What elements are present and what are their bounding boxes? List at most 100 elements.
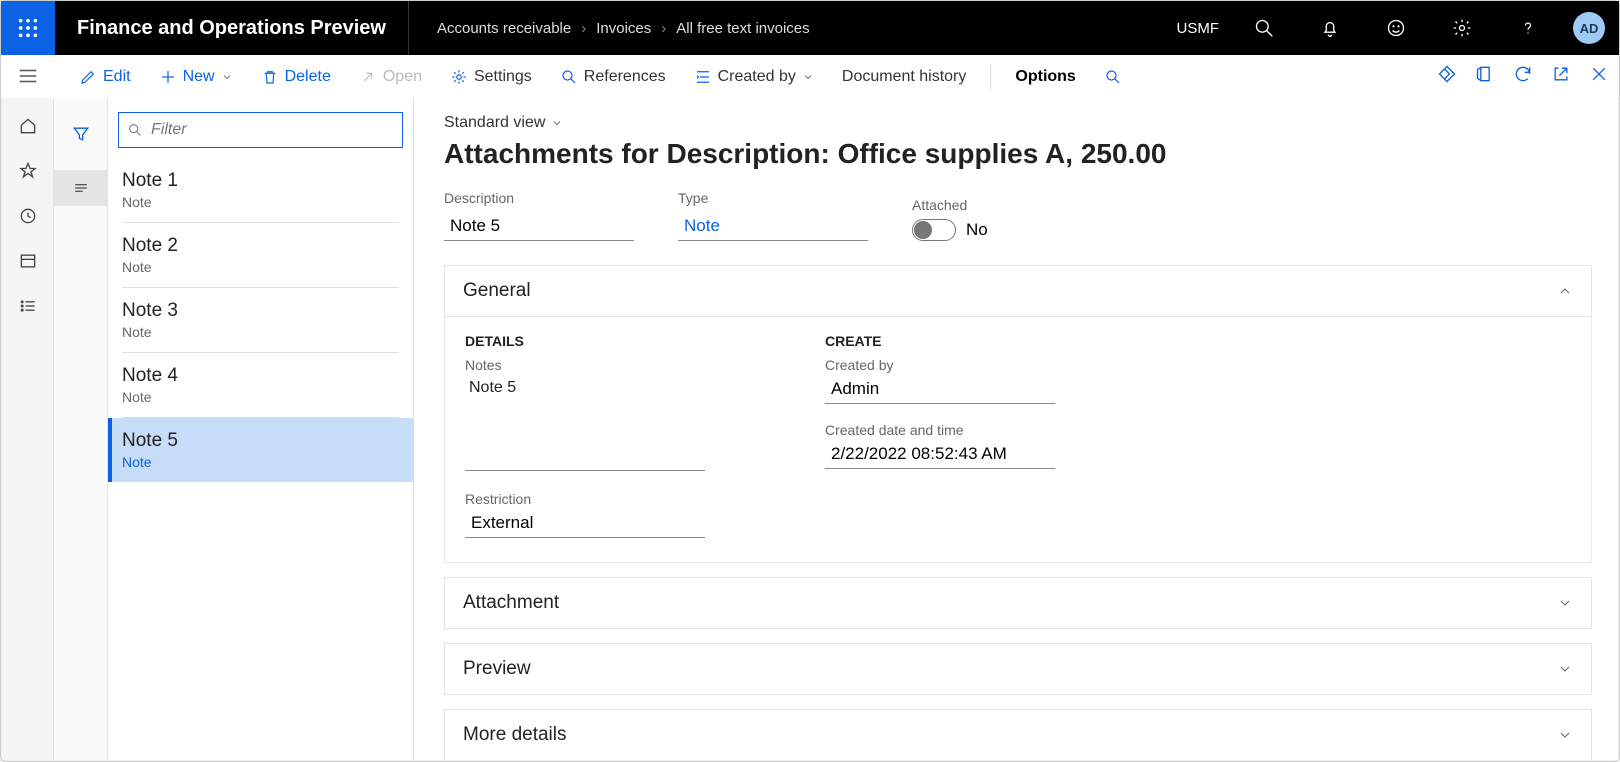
clock-icon[interactable] [18, 206, 38, 231]
restriction-value[interactable]: External [465, 509, 705, 538]
note-item[interactable]: Note 2 Note [108, 223, 413, 287]
section-preview[interactable]: Preview [444, 643, 1592, 695]
edit-label: Edit [103, 68, 131, 86]
restriction-label: Restriction [465, 491, 705, 507]
close-icon[interactable] [1589, 64, 1609, 89]
section-general[interactable]: General [444, 265, 1592, 317]
hamburger-icon[interactable] [17, 65, 39, 92]
list-icon[interactable] [18, 296, 38, 321]
crumb-3[interactable]: All free text invoices [676, 20, 809, 37]
details-column: DETAILS Notes Note 5 Restriction Externa… [465, 333, 705, 538]
new-label: New [183, 68, 215, 86]
chevron-down-icon [1557, 595, 1573, 611]
chevron-down-icon [1557, 661, 1573, 677]
new-button[interactable]: New [149, 62, 243, 92]
note-item[interactable]: Note 4 Note [108, 353, 413, 417]
note-type: Note [122, 259, 399, 275]
chevron-down-icon [221, 71, 233, 83]
avatar[interactable]: AD [1573, 12, 1605, 44]
lines-icon[interactable] [54, 170, 108, 206]
popout-icon[interactable] [1551, 64, 1571, 89]
detail-pane: Standard view Attachments for Descriptio… [414, 98, 1618, 760]
office-icon[interactable] [1475, 64, 1495, 89]
references-button[interactable]: References [550, 62, 676, 92]
note-title: Note 1 [122, 170, 399, 192]
type-field[interactable]: Type Note [678, 190, 868, 241]
note-title: Note 4 [122, 365, 399, 387]
refresh-icon[interactable] [1513, 64, 1533, 89]
bell-icon[interactable] [1309, 1, 1351, 55]
settings-button[interactable]: Settings [440, 62, 542, 92]
type-value[interactable]: Note [678, 212, 868, 241]
section-more[interactable]: More details [444, 709, 1592, 760]
note-item[interactable]: Note 3 Note [108, 288, 413, 352]
left-rail [2, 98, 54, 760]
search-icon[interactable] [1243, 1, 1285, 55]
note-title: Note 3 [122, 300, 399, 322]
section-attachment[interactable]: Attachment [444, 577, 1592, 629]
top-bar: Finance and Operations Preview Accounts … [1, 1, 1619, 55]
org-label[interactable]: USMF [1177, 20, 1220, 37]
description-label: Description [444, 190, 634, 206]
edit-button[interactable]: Edit [69, 62, 141, 92]
open-button: Open [349, 62, 432, 92]
notes-textarea[interactable] [465, 443, 705, 471]
note-type: Note [122, 454, 399, 470]
chevron-down-icon [1557, 727, 1573, 743]
createdby-label: Created by [718, 68, 796, 86]
delete-button[interactable]: Delete [251, 62, 341, 92]
type-label: Type [678, 190, 868, 206]
filter-input[interactable] [151, 121, 394, 139]
document-history-button[interactable]: Document history [832, 62, 977, 92]
created-dt-label: Created date and time [825, 422, 1055, 438]
doc-history-label: Document history [842, 68, 967, 86]
note-type: Note [122, 194, 399, 210]
smile-icon[interactable] [1375, 1, 1417, 55]
create-heading: CREATE [825, 333, 1055, 349]
view-label: Standard view [444, 114, 545, 132]
action-search-button[interactable] [1094, 62, 1132, 92]
details-heading: DETAILS [465, 333, 705, 349]
crumb-1[interactable]: Accounts receivable [437, 20, 571, 37]
note-item[interactable]: Note 5 Note [108, 418, 413, 482]
view-selector[interactable]: Standard view [444, 114, 1592, 132]
filter-input-wrap[interactable] [118, 112, 403, 148]
help-icon[interactable] [1507, 1, 1549, 55]
app-title: Finance and Operations Preview [55, 1, 409, 55]
action-bar: Edit New Delete Open Settings References… [1, 55, 1619, 99]
app-launcher-button[interactable] [1, 1, 55, 55]
created-by-value[interactable]: Admin [825, 375, 1055, 404]
diamond-icon[interactable] [1437, 64, 1457, 89]
crumb-2[interactable]: Invoices [596, 20, 651, 37]
attached-toggle[interactable] [912, 219, 956, 241]
funnel-icon[interactable] [54, 116, 108, 152]
attached-value: No [966, 220, 988, 240]
description-field[interactable]: Description Note 5 [444, 190, 634, 241]
settings-label: Settings [474, 68, 532, 86]
created-by-label: Created by [825, 357, 1055, 373]
note-title: Note 5 [122, 430, 399, 452]
created-dt-value[interactable]: 2/22/2022 08:52:43 AM [825, 440, 1055, 469]
gear-icon[interactable] [1441, 1, 1483, 55]
page-title: Attachments for Description: Office supp… [444, 138, 1592, 170]
notes-sublabel: Notes [465, 357, 705, 373]
section-more-label: More details [463, 724, 567, 746]
options-label: Options [1015, 68, 1075, 86]
createdby-button[interactable]: Created by [684, 62, 824, 92]
note-title: Note 2 [122, 235, 399, 257]
section-preview-label: Preview [463, 658, 531, 680]
section-attachment-label: Attachment [463, 592, 559, 614]
search-icon [127, 122, 143, 138]
chevron-up-icon [1557, 283, 1573, 299]
options-button[interactable]: Options [1005, 62, 1085, 92]
breadcrumb: Accounts receivable › Invoices › All fre… [409, 20, 810, 37]
chevron-down-icon [551, 117, 563, 129]
description-value[interactable]: Note 5 [444, 212, 634, 241]
section-general-label: General [463, 280, 531, 302]
module-icon[interactable] [18, 251, 38, 276]
star-icon[interactable] [18, 161, 38, 186]
home-icon[interactable] [18, 116, 38, 141]
note-item[interactable]: Note 1 Note [108, 158, 413, 222]
chevron-right-icon: › [581, 20, 586, 37]
notes-pane: Note 1 NoteNote 2 NoteNote 3 NoteNote 4 … [108, 98, 414, 760]
